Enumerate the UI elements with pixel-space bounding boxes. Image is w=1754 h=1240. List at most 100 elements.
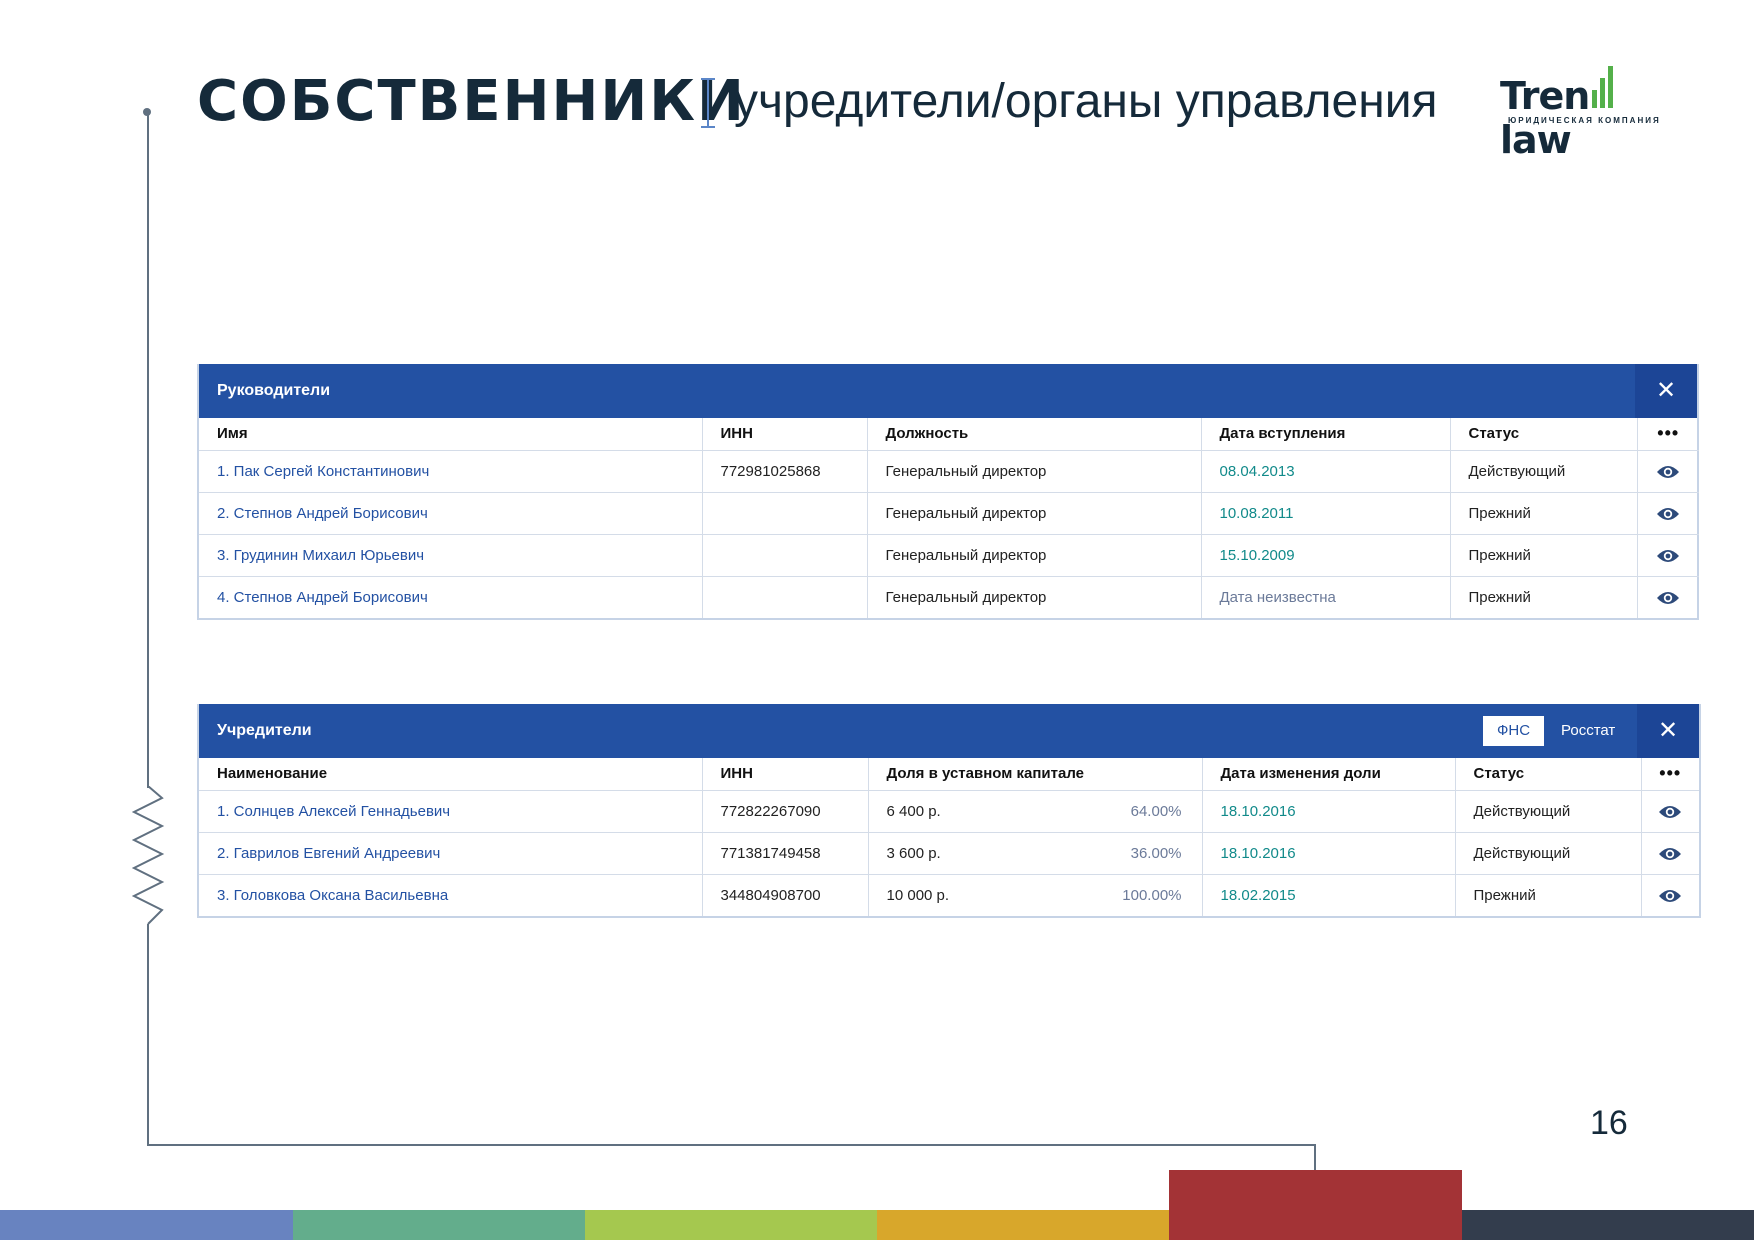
- column-header-inn[interactable]: ИНН: [701, 758, 868, 791]
- column-header-name[interactable]: Наименование: [199, 758, 702, 791]
- connector-line: [147, 112, 149, 788]
- logo-bars-icon: [1592, 66, 1614, 108]
- person-link[interactable]: 1. Пак Сергей Константинович: [199, 450, 702, 493]
- managers-panel-title: Руководители: [217, 382, 331, 399]
- inn-cell: 771381749458: [701, 832, 868, 875]
- founder-link[interactable]: 1. Солнцев Алексей Геннадьевич: [199, 790, 702, 833]
- inn-cell: 344804908700: [701, 874, 868, 916]
- share-percent: 100.00%: [1122, 886, 1182, 904]
- status-cell: Действующий: [1454, 790, 1641, 833]
- table-header-row: Имя ИНН Должность Дата вступления Статус…: [199, 418, 1699, 451]
- view-icon[interactable]: [1640, 874, 1699, 916]
- status-cell: Прежний: [1449, 492, 1637, 535]
- footer-stripe-yellow: [877, 1210, 1169, 1240]
- column-header-start-date[interactable]: Дата вступления: [1200, 418, 1450, 451]
- more-options-icon[interactable]: •••: [1636, 418, 1699, 451]
- status-cell: Прежний: [1454, 874, 1641, 916]
- logo-tagline: ЮРИДИЧЕСКАЯ КОМПАНИЯ: [1508, 116, 1661, 125]
- view-icon[interactable]: [1640, 832, 1699, 875]
- inn-cell: [701, 492, 867, 535]
- inn-cell: 772822267090: [701, 790, 868, 833]
- view-icon[interactable]: [1636, 534, 1699, 577]
- footer-stripe-dark: [1462, 1210, 1754, 1240]
- managers-panel: Руководители ✕ Имя ИНН Должность Дата вс…: [197, 364, 1699, 620]
- page-title: СОБСТВЕННИКИ: [197, 69, 746, 134]
- table-row: 3. Головкова Оксана Васильевна 344804908…: [199, 874, 1699, 916]
- tab-rosstat[interactable]: Росстат: [1561, 716, 1615, 746]
- column-header-share[interactable]: Доля в уставном капитале: [867, 758, 1202, 791]
- founders-panel-title: Учредители: [217, 722, 312, 739]
- view-icon[interactable]: [1636, 450, 1699, 493]
- more-options-icon[interactable]: •••: [1640, 758, 1699, 791]
- position-cell: Генеральный директор: [866, 576, 1201, 618]
- table-row: 2. Степнов Андрей Борисович Генеральный …: [199, 492, 1699, 535]
- table-row: 2. Гаврилов Евгений Андреевич 7713817494…: [199, 832, 1699, 875]
- position-cell: Генеральный директор: [866, 534, 1201, 577]
- inn-cell: 772981025868: [701, 450, 867, 493]
- share-cell: 10 000 р. 100.00%: [867, 874, 1202, 916]
- managers-table: Имя ИНН Должность Дата вступления Статус…: [199, 418, 1699, 618]
- date-cell: 18.10.2016: [1201, 832, 1455, 875]
- founders-table: Наименование ИНН Доля в уставном капитал…: [199, 758, 1699, 916]
- date-cell: 18.10.2016: [1201, 790, 1455, 833]
- date-cell: 18.02.2015: [1201, 874, 1455, 916]
- connector-line-bottom: [147, 1144, 1316, 1146]
- table-row: 4. Степнов Андрей Борисович Генеральный …: [199, 576, 1699, 618]
- column-header-inn[interactable]: ИНН: [701, 418, 867, 451]
- share-percent: 36.00%: [1130, 844, 1182, 862]
- title-separator: [701, 78, 715, 128]
- column-header-status[interactable]: Статус: [1449, 418, 1637, 451]
- view-icon[interactable]: [1640, 790, 1699, 833]
- status-cell: Прежний: [1449, 576, 1637, 618]
- footer-stripe-teal: [293, 1210, 585, 1240]
- connector-line-drop: [1314, 1144, 1316, 1170]
- share-amount: 3 600 р.: [886, 844, 941, 862]
- person-link[interactable]: 2. Степнов Андрей Борисович: [199, 492, 702, 535]
- zigzag-line: [132, 786, 165, 925]
- founder-link[interactable]: 3. Головкова Оксана Васильевна: [199, 874, 702, 916]
- founder-link[interactable]: 2. Гаврилов Евгений Андреевич: [199, 832, 702, 875]
- view-icon[interactable]: [1636, 576, 1699, 618]
- share-cell: 3 600 р. 36.00%: [867, 832, 1202, 875]
- table-row: 1. Солнцев Алексей Геннадьевич 772822267…: [199, 790, 1699, 833]
- connector-line-lower: [147, 924, 149, 1146]
- column-header-change-date[interactable]: Дата изменения доли: [1201, 758, 1455, 791]
- inn-cell: [701, 534, 867, 577]
- share-amount: 6 400 р.: [886, 802, 941, 820]
- status-cell: Прежний: [1449, 534, 1637, 577]
- person-link[interactable]: 4. Степнов Андрей Борисович: [199, 576, 702, 618]
- table-row: 3. Грудинин Михаил Юрьевич Генеральный д…: [199, 534, 1699, 577]
- column-header-position[interactable]: Должность: [866, 418, 1201, 451]
- position-cell: Генеральный директор: [866, 492, 1201, 535]
- view-icon[interactable]: [1636, 492, 1699, 535]
- footer-red-block: [1169, 1170, 1462, 1240]
- column-header-name[interactable]: Имя: [199, 418, 702, 451]
- page-number: 16: [1590, 1104, 1628, 1142]
- company-logo: Trenlaw ЮРИДИЧЕСКАЯ КОМПАНИЯ: [1500, 62, 1675, 162]
- footer-stripe-blue: [0, 1210, 293, 1240]
- table-header-row: Наименование ИНН Доля в уставном капитал…: [199, 758, 1699, 791]
- column-header-status[interactable]: Статус: [1454, 758, 1641, 791]
- table-row: 1. Пак Сергей Константинович 77298102586…: [199, 450, 1699, 493]
- logo-word-start: Tren: [1500, 74, 1590, 118]
- status-cell: Действующий: [1449, 450, 1637, 493]
- share-amount: 10 000 р.: [886, 886, 950, 904]
- share-percent: 64.00%: [1130, 802, 1182, 820]
- position-cell: Генеральный директор: [866, 450, 1201, 493]
- inn-cell: [701, 576, 867, 618]
- status-cell: Действующий: [1454, 832, 1641, 875]
- share-cell: 6 400 р. 64.00%: [867, 790, 1202, 833]
- footer-stripe-green: [585, 1210, 877, 1240]
- date-cell: 08.04.2013: [1200, 450, 1450, 493]
- close-icon[interactable]: ✕: [1637, 704, 1699, 758]
- founders-panel: Учредители ФНС Росстат ✕ Наименование ИН…: [197, 704, 1701, 918]
- page-subtitle: учредители/органы управления: [734, 75, 1438, 128]
- date-cell: Дата неизвестна: [1200, 576, 1450, 618]
- date-cell: 10.08.2011: [1200, 492, 1450, 535]
- founders-panel-header: Учредители ФНС Росстат ✕: [199, 704, 1699, 758]
- managers-panel-header: Руководители ✕: [199, 364, 1697, 418]
- person-link[interactable]: 3. Грудинин Михаил Юрьевич: [199, 534, 702, 577]
- close-icon[interactable]: ✕: [1635, 364, 1697, 418]
- date-cell: 15.10.2009: [1200, 534, 1450, 577]
- tab-fns[interactable]: ФНС: [1483, 716, 1545, 746]
